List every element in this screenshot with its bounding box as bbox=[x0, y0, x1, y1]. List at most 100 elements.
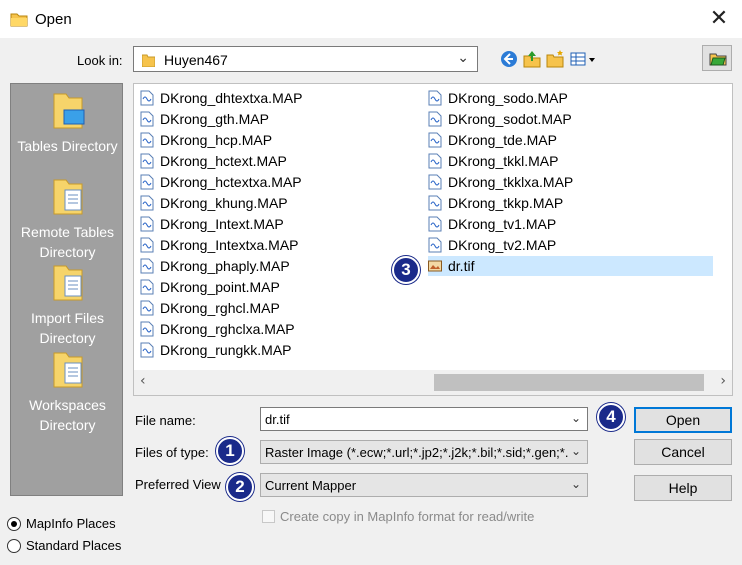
standard-places-radio[interactable] bbox=[7, 539, 21, 553]
file-item[interactable]: DKrong_gth.MAP bbox=[140, 109, 400, 129]
file-item[interactable]: DKrong_rghclxa.MAP bbox=[140, 319, 400, 339]
close-button[interactable]: ✕ bbox=[696, 0, 742, 38]
file-name: DKrong_hcp.MAP bbox=[160, 132, 273, 148]
file-name: DKrong_tv1.MAP bbox=[448, 216, 557, 232]
file-name: DKrong_khung.MAP bbox=[160, 195, 288, 211]
file-item[interactable]: DKrong_rghcl.MAP bbox=[140, 298, 400, 318]
file-item[interactable]: DKrong_rungkk.MAP bbox=[140, 340, 400, 360]
standard-places-label: Standard Places bbox=[26, 538, 122, 553]
file-item[interactable]: DKrong_dhtextxa.MAP bbox=[140, 88, 400, 108]
preferred-view-value: Current Mapper bbox=[265, 478, 357, 493]
file-name: DKrong_sodo.MAP bbox=[448, 90, 568, 106]
file-item[interactable]: DKrong_hctextxa.MAP bbox=[140, 172, 400, 192]
preferred-view-label: Preferred View bbox=[135, 477, 221, 492]
cancel-button[interactable]: Cancel bbox=[634, 439, 732, 465]
step-badge-3: 3 bbox=[392, 256, 420, 284]
folder-document-icon bbox=[53, 265, 82, 301]
look-in-value: Huyen467 bbox=[164, 52, 228, 68]
map-file-icon bbox=[428, 174, 442, 190]
folder-open-icon bbox=[10, 13, 28, 27]
file-item[interactable]: DKrong_khung.MAP bbox=[140, 193, 400, 213]
map-file-icon bbox=[140, 237, 154, 253]
up-folder-icon[interactable] bbox=[522, 49, 542, 69]
map-file-icon bbox=[140, 279, 154, 295]
file-name: DKrong_rghclxa.MAP bbox=[160, 321, 295, 337]
chevron-down-icon: ⌄ bbox=[570, 444, 581, 458]
horizontal-scrollbar[interactable]: ‹ › bbox=[134, 370, 732, 395]
file-name: DKrong_tv2.MAP bbox=[448, 237, 557, 253]
file-name: DKrong_point.MAP bbox=[160, 279, 280, 295]
new-folder-icon[interactable] bbox=[545, 49, 565, 69]
file-name: DKrong_Intextxa.MAP bbox=[160, 237, 299, 253]
back-icon[interactable] bbox=[499, 49, 519, 69]
folder-document-icon bbox=[53, 352, 82, 388]
file-item[interactable]: DKrong_sodot.MAP bbox=[428, 109, 713, 129]
map-file-icon bbox=[140, 195, 154, 211]
create-copy-checkbox[interactable] bbox=[262, 510, 275, 523]
file-item[interactable]: dr.tif bbox=[428, 256, 713, 276]
step-badge-4: 4 bbox=[597, 403, 625, 431]
files-of-type-dropdown[interactable]: Raster Image (*.ecw;*.url;*.jp2;*.j2k;*.… bbox=[260, 440, 588, 464]
file-item[interactable]: DKrong_phaply.MAP bbox=[140, 256, 400, 276]
place-label: Import Files Directory bbox=[30, 310, 105, 346]
file-name: dr.tif bbox=[448, 258, 475, 274]
folder-icon bbox=[142, 54, 155, 67]
file-name: DKrong_tde.MAP bbox=[448, 132, 557, 148]
file-name: DKrong_tkklxa.MAP bbox=[448, 174, 574, 190]
map-file-icon bbox=[140, 258, 154, 274]
file-name: DKrong_hctextxa.MAP bbox=[160, 174, 302, 190]
file-name: DKrong_sodot.MAP bbox=[448, 111, 572, 127]
file-name-input[interactable]: dr.tif ⌄ bbox=[260, 407, 588, 431]
file-name: DKrong_hctext.MAP bbox=[160, 153, 287, 169]
scroll-thumb[interactable] bbox=[434, 374, 704, 391]
browse-folder-button[interactable] bbox=[702, 45, 732, 71]
file-item[interactable]: DKrong_point.MAP bbox=[140, 277, 400, 297]
file-item[interactable]: DKrong_sodo.MAP bbox=[428, 88, 713, 108]
map-file-icon bbox=[140, 342, 154, 358]
file-list[interactable]: DKrong_dhtextxa.MAP DKrong_gth.MAP DKrong_… bbox=[133, 83, 733, 396]
map-file-icon bbox=[140, 90, 154, 106]
file-item[interactable]: DKrong_tv1.MAP bbox=[428, 214, 713, 234]
place-label: Tables Directory bbox=[17, 138, 118, 154]
file-name: DKrong_phaply.MAP bbox=[160, 258, 290, 274]
file-name: DKrong_rungkk.MAP bbox=[160, 342, 292, 358]
mapinfo-places-label: MapInfo Places bbox=[26, 516, 116, 531]
place-remote-tables-directory[interactable]: Remote Tables Directory bbox=[11, 176, 124, 262]
file-item[interactable]: DKrong_tkkl.MAP bbox=[428, 151, 713, 171]
file-item[interactable]: DKrong_tv2.MAP bbox=[428, 235, 713, 255]
title-bar: Open ✕ bbox=[0, 0, 742, 38]
map-file-icon bbox=[140, 132, 154, 148]
chevron-down-icon: ⌄ bbox=[570, 477, 581, 491]
chevron-down-icon[interactable]: ⌄ bbox=[571, 411, 581, 425]
look-in-dropdown[interactable]: Huyen467 ⌄ bbox=[133, 46, 478, 72]
place-tables-directory[interactable]: Tables Directory bbox=[11, 90, 124, 156]
file-name-label: File name: bbox=[135, 413, 196, 428]
file-item[interactable]: DKrong_Intext.MAP bbox=[140, 214, 400, 234]
place-label: Workspaces Directory bbox=[29, 397, 106, 433]
open-button[interactable]: Open bbox=[634, 407, 732, 433]
file-item[interactable]: DKrong_tde.MAP bbox=[428, 130, 713, 150]
scroll-left-arrow[interactable]: ‹ bbox=[140, 373, 146, 389]
map-file-icon bbox=[140, 300, 154, 316]
folder-document-icon bbox=[53, 179, 82, 215]
chevron-down-icon: ⌄ bbox=[457, 50, 469, 66]
help-button[interactable]: Help bbox=[634, 475, 732, 501]
file-item[interactable]: DKrong_hctext.MAP bbox=[140, 151, 400, 171]
file-item[interactable]: DKrong_Intextxa.MAP bbox=[140, 235, 400, 255]
map-file-icon bbox=[428, 216, 442, 232]
place-import-files-directory[interactable]: Import Files Directory bbox=[11, 262, 124, 348]
file-item[interactable]: DKrong_hcp.MAP bbox=[140, 130, 400, 150]
place-label: Remote Tables Directory bbox=[20, 224, 115, 260]
map-file-icon bbox=[428, 132, 442, 148]
mapinfo-places-radio[interactable] bbox=[7, 517, 21, 531]
map-file-icon bbox=[428, 195, 442, 211]
look-in-label: Look in: bbox=[77, 53, 123, 68]
preferred-view-dropdown[interactable]: Current Mapper ⌄ bbox=[260, 473, 588, 497]
window-title: Open bbox=[35, 11, 72, 28]
file-item[interactable]: DKrong_tkklxa.MAP bbox=[428, 172, 713, 192]
file-item[interactable]: DKrong_tkkp.MAP bbox=[428, 193, 713, 213]
map-file-icon bbox=[140, 216, 154, 232]
view-menu-icon[interactable] bbox=[569, 49, 597, 69]
scroll-right-arrow[interactable]: › bbox=[720, 373, 726, 389]
place-workspaces-directory[interactable]: Workspaces Directory bbox=[11, 349, 124, 435]
